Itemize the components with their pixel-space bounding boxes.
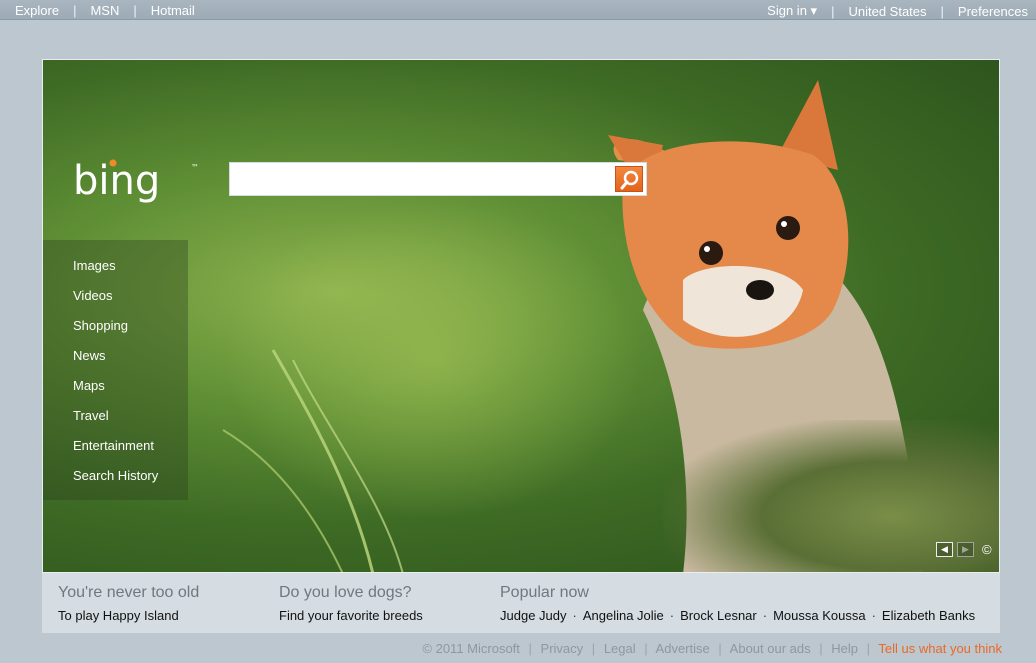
nav-item-maps[interactable]: Maps (43, 376, 188, 406)
top-nav-left: Explore | MSN | Hotmail (15, 3, 195, 18)
logo-wordmark: bing (73, 158, 160, 204)
footer: © 2011 Microsoft | Privacy | Legal | Adv… (422, 641, 1002, 656)
footer-link-about-ads[interactable]: About our ads (730, 641, 811, 656)
nav-item-news[interactable]: News (43, 346, 188, 376)
popular-now: Popular now Judge Judy · Angelina Jolie … (500, 584, 975, 623)
msn-link[interactable]: MSN (90, 3, 119, 18)
nav-item-search-history[interactable]: Search History (43, 466, 188, 496)
separator: | (133, 3, 137, 18)
nav-item-travel[interactable]: Travel (43, 406, 188, 436)
separator: · (871, 608, 876, 623)
info-title: Do you love dogs? (279, 584, 412, 601)
separator: · (572, 608, 577, 623)
feedback-link[interactable]: Tell us what you think (878, 641, 1002, 656)
info-bar: You're never too old To play Happy Islan… (42, 572, 1000, 633)
separator: | (73, 3, 77, 18)
next-image-button[interactable]: ▶ (957, 542, 974, 557)
right-arrow-icon: ▶ (962, 544, 969, 554)
background-image: bing ™ Images Videos Shopping News Maps … (42, 59, 1000, 573)
preferences-link[interactable]: Preferences (958, 4, 1028, 19)
search-icon (620, 170, 639, 190)
country-link[interactable]: United States (848, 4, 926, 19)
top-bar: Explore | MSN | Hotmail Sign in ▾ | Unit… (0, 0, 1036, 20)
separator: | (866, 641, 871, 656)
footer-link-help[interactable]: Help (831, 641, 858, 656)
sign-in-label: Sign in (767, 3, 807, 18)
popular-now-title: Popular now (500, 584, 589, 601)
separator: | (528, 641, 532, 656)
popular-item[interactable]: Elizabeth Banks (882, 608, 975, 623)
separator: | (644, 641, 648, 656)
footer-link-privacy[interactable]: Privacy (541, 641, 584, 656)
image-navigation: ◀ ▶ © (936, 542, 992, 557)
image-copyright-button[interactable]: © (982, 542, 992, 557)
separator: | (718, 641, 722, 656)
bing-logo[interactable]: bing ™ (73, 154, 213, 219)
footer-link-legal[interactable]: Legal (604, 641, 636, 656)
separator: · (762, 608, 768, 623)
info-link[interactable]: Find your favorite breeds (279, 608, 423, 623)
previous-image-button[interactable]: ◀ (936, 542, 953, 557)
separator: · (669, 608, 675, 623)
info-link[interactable]: To play Happy Island (58, 608, 199, 623)
nav-item-images[interactable]: Images (43, 256, 188, 286)
hotmail-link[interactable]: Hotmail (151, 3, 195, 18)
popular-item[interactable]: Brock Lesnar (680, 608, 757, 623)
vertical-nav: Images Videos Shopping News Maps Travel … (43, 240, 188, 500)
top-nav-right: Sign in ▾ | United States | Preferences (767, 3, 1028, 19)
left-arrow-icon: ◀ (941, 544, 948, 554)
search-input[interactable] (230, 163, 610, 195)
separator: | (819, 641, 823, 656)
copyright-text: © 2011 Microsoft (422, 641, 520, 656)
sign-in-link[interactable]: Sign in ▾ (767, 3, 817, 19)
separator: | (940, 3, 944, 19)
footer-link-advertise[interactable]: Advertise (656, 641, 710, 656)
info-title: You're never too old (58, 584, 200, 601)
chevron-down-icon: ▾ (810, 3, 818, 18)
separator: | (591, 641, 596, 656)
popular-item[interactable]: Angelina Jolie (583, 608, 664, 623)
search-box (229, 162, 647, 196)
popular-list: Judge Judy · Angelina Jolie · Brock Lesn… (500, 608, 975, 623)
explore-link[interactable]: Explore (15, 3, 59, 18)
info-column-2: Do you love dogs? Find your favorite bre… (279, 584, 423, 623)
trademark-mark: ™ (191, 163, 199, 172)
popular-item[interactable]: Moussa Koussa (773, 608, 866, 623)
nav-item-videos[interactable]: Videos (43, 286, 188, 316)
search-button[interactable] (615, 166, 643, 192)
bing-logo-mark: bing ™ (73, 158, 199, 204)
nav-item-entertainment[interactable]: Entertainment (43, 436, 188, 466)
separator: | (831, 3, 835, 19)
nav-item-shopping[interactable]: Shopping (43, 316, 188, 346)
logo-dot (109, 159, 117, 167)
info-column-1: You're never too old To play Happy Islan… (58, 584, 199, 623)
popular-item[interactable]: Judge Judy (500, 608, 567, 623)
